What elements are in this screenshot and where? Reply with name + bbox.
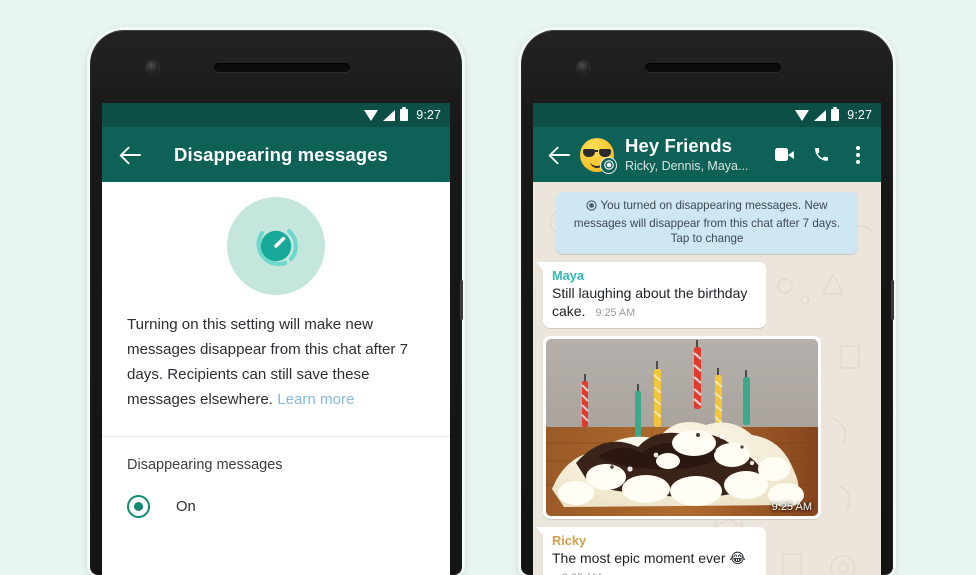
- photo-timestamp: 9:25 AM: [772, 501, 812, 513]
- settings-content: Turning on this setting will make new me…: [102, 182, 450, 575]
- screenshot-stage: 9:27 Disappearing messages: [0, 0, 976, 549]
- message-row: Ricky The most epic moment ever 😂9:25 AM: [543, 527, 871, 575]
- back-arrow-icon[interactable]: [116, 140, 146, 170]
- status-clock: 9:27: [416, 108, 441, 122]
- wifi-icon: [795, 110, 809, 121]
- disappearing-timer-badge-icon: [600, 157, 617, 174]
- section-title: Disappearing messages: [102, 437, 450, 473]
- back-arrow-icon[interactable]: [545, 140, 575, 170]
- chat-actions: [767, 135, 875, 175]
- overflow-menu-button[interactable]: [841, 135, 875, 175]
- left-phone-device: 9:27 Disappearing messages: [90, 30, 462, 575]
- page-title: Disappearing messages: [174, 144, 388, 166]
- message-text: The most epic moment ever 😂9:25 AM: [552, 549, 758, 575]
- message-time: 9:25 AM: [595, 307, 635, 319]
- birthday-cake-photo[interactable]: 9:25 AM: [546, 339, 818, 516]
- earpiece-speaker: [214, 63, 350, 72]
- message-text: Still laughing about the birthday cake.9…: [552, 284, 758, 323]
- earpiece-speaker: [645, 63, 781, 72]
- chat-header-titles[interactable]: Hey Friends Ricky, Dennis, Maya...: [625, 136, 767, 174]
- signal-icon: [383, 110, 395, 121]
- voice-call-button[interactable]: [804, 135, 838, 175]
- front-camera-icon: [146, 61, 159, 74]
- message-bubble-photo[interactable]: 9:25 AM: [543, 336, 821, 519]
- left-phone-screen: 9:27 Disappearing messages: [102, 103, 450, 575]
- video-call-icon: [775, 148, 794, 161]
- option-label-on: On: [176, 499, 196, 515]
- description-text: Turning on this setting will make new me…: [102, 310, 450, 412]
- settings-app-bar: Disappearing messages: [102, 127, 450, 182]
- right-phone-screen: 9:27 Hey Friends R: [533, 103, 881, 575]
- chat-participants: Ricky, Dennis, Maya...: [625, 158, 767, 174]
- chat-name: Hey Friends: [625, 136, 767, 156]
- avatar[interactable]: [580, 138, 614, 172]
- right-status-bar: 9:27: [533, 103, 881, 127]
- timer-icon: [586, 200, 597, 216]
- video-call-button[interactable]: [767, 135, 801, 175]
- learn-more-link[interactable]: Learn more: [277, 391, 354, 408]
- power-button[interactable]: [460, 280, 463, 320]
- left-status-bar: 9:27: [102, 103, 450, 127]
- phone-call-icon: [813, 146, 830, 163]
- chat-message-pane[interactable]: You turned on disappearing messages. New…: [533, 182, 881, 575]
- message-sender: Ricky: [552, 532, 758, 549]
- signal-icon: [814, 110, 826, 121]
- disappearing-timer-icon: [227, 197, 325, 295]
- radio-selected-icon[interactable]: [127, 495, 150, 518]
- battery-icon: [400, 109, 408, 121]
- message-row: 9:25 AM: [543, 336, 871, 519]
- hero-illustration: [102, 182, 450, 310]
- power-button[interactable]: [891, 280, 894, 320]
- front-camera-icon: [577, 61, 590, 74]
- message-sender: Maya: [552, 267, 758, 284]
- battery-icon: [831, 109, 839, 121]
- message-bubble-ricky[interactable]: Ricky The most epic moment ever 😂9:25 AM: [543, 527, 766, 575]
- overflow-menu-icon: [856, 146, 860, 164]
- message-bubble-maya[interactable]: Maya Still laughing about the birthday c…: [543, 262, 766, 328]
- status-clock: 9:27: [847, 108, 872, 122]
- option-row-on[interactable]: On: [102, 473, 450, 518]
- wifi-icon: [364, 110, 378, 121]
- system-message-bubble[interactable]: You turned on disappearing messages. New…: [556, 192, 858, 254]
- system-message-text: You turned on disappearing messages. New…: [574, 199, 840, 245]
- message-row: Maya Still laughing about the birthday c…: [543, 262, 871, 328]
- message-list: You turned on disappearing messages. New…: [533, 182, 881, 575]
- chat-app-bar: Hey Friends Ricky, Dennis, Maya...: [533, 127, 881, 182]
- description-body: Turning on this setting will make new me…: [127, 316, 408, 408]
- right-phone-device: 9:27 Hey Friends R: [521, 30, 893, 575]
